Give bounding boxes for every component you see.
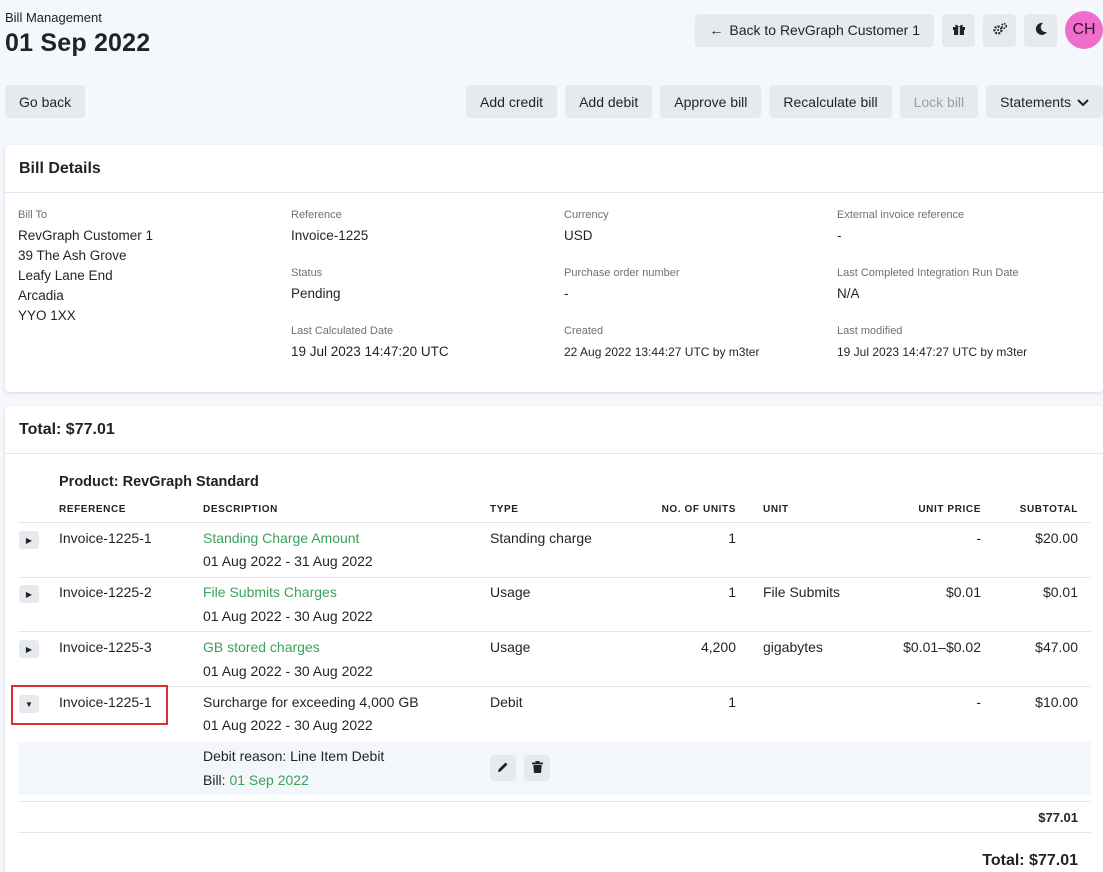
subtotal-row xyxy=(18,801,1091,833)
reference-field: Reference Invoice-1225 xyxy=(291,209,369,243)
created-field: Created 22 Aug 2022 13:44:27 UTC by m3te… xyxy=(564,325,760,359)
bill-details-title: Bill Details xyxy=(5,145,1103,193)
row-period: 01 Aug 2022 - 30 Aug 2022 xyxy=(203,608,373,624)
row-type: Standing charge xyxy=(490,530,592,546)
row-description-link[interactable]: GB stored charges xyxy=(203,637,320,657)
address-line: Arcadia xyxy=(18,288,64,303)
divider xyxy=(18,832,1091,833)
row-units: 4,200 xyxy=(700,639,736,655)
currency-field: Currency USD xyxy=(564,209,609,243)
row-reference: Invoice-1225-2 xyxy=(59,584,152,600)
status-field: Status Pending xyxy=(291,267,341,301)
add-debit-button[interactable]: Add debit xyxy=(565,85,653,118)
table-row xyxy=(18,686,1091,741)
row-description: Surcharge for exceeding 4,000 GB xyxy=(203,694,419,710)
bill-actions: Add credit Add debit Approve bill Recalc… xyxy=(466,85,1103,118)
caret-right-icon: ▶ xyxy=(25,644,33,654)
row-period: 01 Aug 2022 - 30 Aug 2022 xyxy=(203,663,373,679)
bill-to-field: Bill To RevGraph Customer 1 39 The Ash G… xyxy=(18,209,153,326)
row-unit-price: $0.01–$0.02 xyxy=(903,639,981,655)
row-unit: gigabytes xyxy=(763,639,823,655)
arrow-left-icon: ← xyxy=(709,22,724,38)
address-line: 39 The Ash Grove xyxy=(18,248,127,263)
table-row xyxy=(18,577,1091,632)
statements-dropdown[interactable]: Statements xyxy=(986,85,1103,118)
last-modified-field: Last modified 19 Jul 2023 14:47:27 UTC b… xyxy=(837,325,1028,359)
address-line: Leafy Lane End xyxy=(18,268,113,283)
product-subtotal: $77.01 xyxy=(1038,810,1078,825)
row-reference: Invoice-1225-1 xyxy=(59,694,152,710)
row-units: 1 xyxy=(728,694,736,710)
customer-link[interactable]: RevGraph Customer 1 xyxy=(18,226,153,246)
row-unit-price: $0.01 xyxy=(945,584,981,600)
purchase-order-field: Purchase order number - xyxy=(564,267,680,301)
caret-right-icon: ▶ xyxy=(25,589,33,599)
settings-button[interactable] xyxy=(983,13,1016,47)
row-type: Debit xyxy=(490,694,523,710)
bill-link[interactable]: 01 Sep 2022 xyxy=(229,772,308,788)
row-period: 01 Aug 2022 - 30 Aug 2022 xyxy=(203,717,373,733)
approve-bill-button[interactable]: Approve bill xyxy=(660,85,762,118)
row-description-link[interactable]: File Submits Charges xyxy=(203,582,337,602)
row-description-link[interactable]: Standing Charge Amount xyxy=(203,528,359,548)
recalculate-bill-button[interactable]: Recalculate bill xyxy=(769,85,892,118)
gift-icon xyxy=(952,22,966,39)
gears-icon xyxy=(992,22,1007,39)
top-actions: ← Back to RevGraph Customer 1 CH xyxy=(695,11,1103,49)
column-header-unit: UNIT xyxy=(763,504,789,515)
row-type: Usage xyxy=(490,584,531,600)
row-subtotal: $20.00 xyxy=(1035,530,1078,546)
column-header-reference: REFERENCE xyxy=(59,504,127,515)
product-heading: Product: RevGraph Standard xyxy=(59,474,259,490)
expand-row-toggle[interactable]: ▶ xyxy=(19,585,39,603)
row-unit: File Submits xyxy=(763,584,841,600)
delete-debit-button[interactable] xyxy=(524,755,550,781)
go-back-button[interactable]: Go back xyxy=(5,85,86,118)
row-units: 1 xyxy=(728,584,736,600)
total-title: Total: $77.01 xyxy=(5,406,1103,454)
last-calculated-field: Last Calculated Date 19 Jul 2023 14:47:2… xyxy=(291,325,449,359)
row-unit-price: - xyxy=(976,530,981,546)
debit-bill-line: Bill: 01 Sep 2022 xyxy=(203,772,309,788)
pencil-icon xyxy=(497,761,509,776)
bill-details-card: Bill Details Bill To RevGraph Customer 1… xyxy=(5,145,1103,392)
row-unit-price: - xyxy=(976,694,981,710)
integration-run-field: Last Completed Integration Run Date N/A xyxy=(837,267,1019,301)
caret-right-icon: ▶ xyxy=(25,535,33,545)
page-title: 01 Sep 2022 xyxy=(5,29,151,57)
moon-icon xyxy=(1034,22,1048,39)
line-items-card: Total: $77.01 Product: RevGraph Standard… xyxy=(5,406,1103,872)
gift-button[interactable] xyxy=(942,13,975,47)
column-header-subtotal: SUBTOTAL xyxy=(1019,504,1078,515)
lock-bill-button[interactable]: Lock bill xyxy=(899,85,979,118)
column-header-unit-price: UNIT PRICE xyxy=(918,504,981,515)
expand-row-toggle[interactable]: ▶ xyxy=(19,531,39,549)
user-avatar[interactable]: CH xyxy=(1065,11,1103,49)
column-header-description: DESCRIPTION xyxy=(203,504,278,515)
chevron-down-icon xyxy=(1077,94,1089,110)
row-period: 01 Aug 2022 - 31 Aug 2022 xyxy=(203,553,373,569)
grand-total: Total: $77.01 xyxy=(982,852,1078,869)
row-reference: Invoice-1225-1 xyxy=(59,530,152,546)
column-header-units: NO. OF UNITS xyxy=(661,504,736,515)
edit-debit-button[interactable] xyxy=(490,755,516,781)
column-header-type: TYPE xyxy=(490,504,519,515)
row-subtotal: $47.00 xyxy=(1035,639,1078,655)
address-line: YYO 1XX xyxy=(18,308,76,323)
row-subtotal: $10.00 xyxy=(1035,694,1078,710)
debit-details-panel xyxy=(18,742,1091,795)
debit-reason: Debit reason: Line Item Debit xyxy=(203,748,385,764)
trash-icon xyxy=(531,760,543,776)
row-subtotal: $0.01 xyxy=(1042,584,1078,600)
page-header: Bill Management 01 Sep 2022 xyxy=(5,10,150,58)
row-reference: Invoice-1225-3 xyxy=(59,639,152,655)
external-reference-field: External invoice reference - xyxy=(837,209,965,243)
add-credit-button[interactable]: Add credit xyxy=(466,85,558,118)
section-title: Bill Management xyxy=(5,10,102,25)
expand-row-toggle[interactable]: ▶ xyxy=(19,640,39,658)
row-units: 1 xyxy=(728,530,736,546)
row-type: Usage xyxy=(490,639,531,655)
dark-mode-button[interactable] xyxy=(1024,13,1057,47)
back-to-customer-button[interactable]: ← Back to RevGraph Customer 1 xyxy=(695,13,934,47)
